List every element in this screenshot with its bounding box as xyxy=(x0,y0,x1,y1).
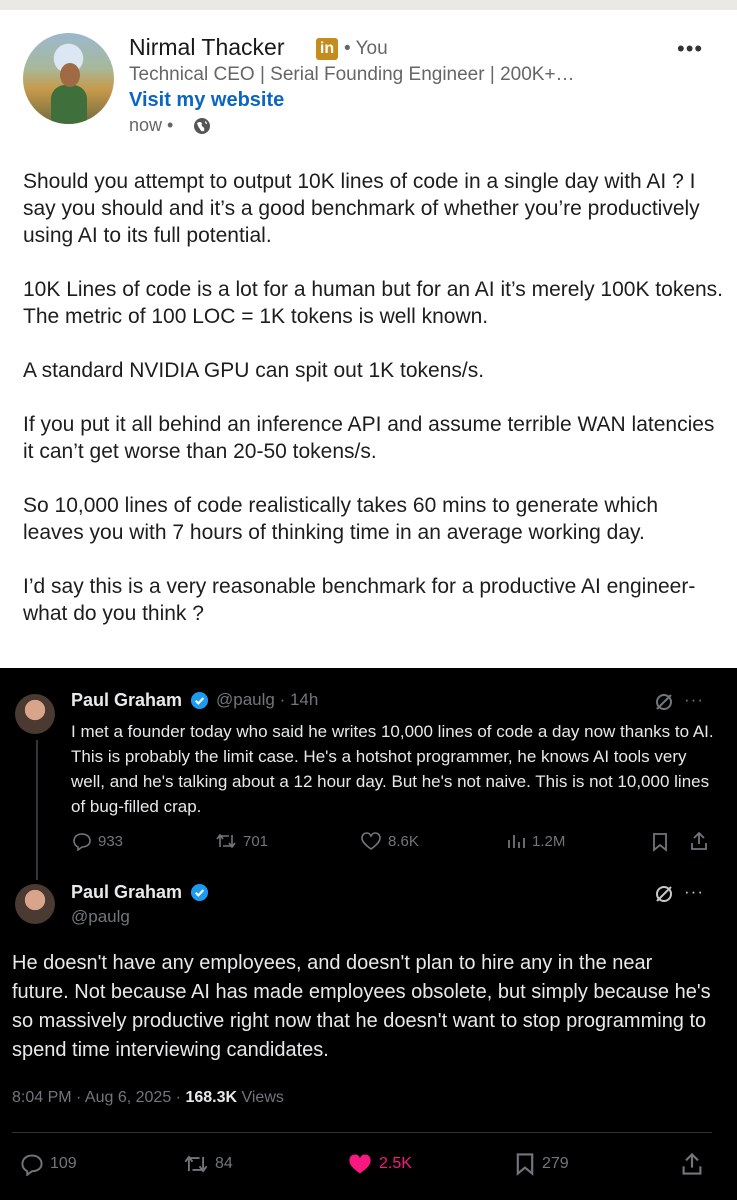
tweet-author-name[interactable]: Paul Graham xyxy=(71,690,182,711)
reply-icon xyxy=(21,1154,43,1176)
views-count: 1.2M xyxy=(532,832,566,850)
views-label: Views xyxy=(237,1089,284,1106)
repost-count: 701 xyxy=(243,832,269,850)
post-paragraph: I’d say this is a very reasonable benchm… xyxy=(23,575,696,625)
views-icon xyxy=(508,835,525,848)
heart-icon xyxy=(361,832,381,850)
repost-icon xyxy=(216,833,236,849)
grok-icon[interactable] xyxy=(654,692,674,712)
verified-badge-icon xyxy=(190,883,209,902)
tweet-author-name[interactable]: Paul Graham xyxy=(71,882,182,903)
repost-count: 84 xyxy=(215,1155,233,1172)
tweet-text: I met a founder today who said he writes… xyxy=(71,722,714,816)
post-time: now • xyxy=(129,115,174,135)
post-paragraph: Should you attempt to output 10K lines o… xyxy=(23,170,700,247)
bookmark-count: 279 xyxy=(542,1155,569,1172)
globe-icon xyxy=(194,118,210,134)
bookmark-button[interactable]: 279 xyxy=(514,1152,569,1176)
linkedin-premium-icon: in xyxy=(316,38,338,60)
tweet-screenshot: Paul Graham @paulg · 14h ··· I met a fou… xyxy=(0,668,737,1200)
reply-button[interactable]: 109 xyxy=(20,1152,77,1176)
more-options-button[interactable]: ••• xyxy=(677,36,703,62)
reply-button[interactable]: 933 xyxy=(72,831,123,851)
thread-line xyxy=(36,740,38,880)
like-button[interactable]: 2.5K xyxy=(347,1152,412,1176)
visit-website-link[interactable]: Visit my website xyxy=(129,89,284,112)
post-body: Should you attempt to output 10K lines o… xyxy=(23,168,723,654)
heart-filled-icon xyxy=(349,1154,371,1174)
repost-button[interactable]: 701 xyxy=(215,831,268,851)
share-icon[interactable] xyxy=(680,1152,704,1176)
divider xyxy=(12,1132,712,1133)
reply-icon xyxy=(73,833,91,851)
post-paragraph: If you put it all behind an inference AP… xyxy=(23,413,715,463)
tweet-more-button[interactable]: ··· xyxy=(684,690,704,710)
tweet-meta: 8:04 PM · Aug 6, 2025 · 168.3K Views xyxy=(12,1089,284,1107)
views-button[interactable]: 1.2M xyxy=(506,831,565,851)
tweet-avatar[interactable] xyxy=(15,884,55,924)
tweet-more-button[interactable]: ··· xyxy=(684,882,704,902)
author-avatar[interactable] xyxy=(23,33,114,124)
tweet-handle-time: @paulg · 14h xyxy=(216,690,319,709)
bookmark-icon[interactable] xyxy=(651,832,669,852)
share-icon[interactable] xyxy=(689,831,709,851)
like-count: 8.6K xyxy=(388,832,419,850)
tweet-text: He doesn't have any employees, and doesn… xyxy=(12,952,711,1061)
tweet-handle: @paulg xyxy=(71,907,130,926)
you-label: • You xyxy=(344,38,388,59)
tweet-timestamp: 8:04 PM · Aug 6, 2025 · xyxy=(12,1089,186,1106)
post-paragraph: A standard NVIDIA GPU can spit out 1K to… xyxy=(23,359,485,382)
top-bar xyxy=(0,0,737,10)
verified-badge-icon xyxy=(190,691,209,710)
bookmark-icon xyxy=(516,1153,534,1176)
reply-count: 109 xyxy=(50,1155,77,1172)
author-headline: Technical CEO | Serial Founding Engineer… xyxy=(129,64,575,85)
reply-count: 933 xyxy=(98,832,124,850)
like-button[interactable]: 8.6K xyxy=(360,831,419,851)
like-count: 2.5K xyxy=(379,1155,412,1172)
post-paragraph: 10K Lines of code is a lot for a human b… xyxy=(23,278,724,328)
grok-icon[interactable] xyxy=(654,884,674,904)
repost-button[interactable]: 84 xyxy=(183,1152,233,1176)
tweet-views-count: 168.3K xyxy=(185,1089,238,1106)
repost-icon xyxy=(184,1155,208,1173)
tweet-avatar[interactable] xyxy=(15,694,55,734)
author-name[interactable]: Nirmal Thacker xyxy=(129,34,285,61)
post-paragraph: So 10,000 lines of code realistically ta… xyxy=(23,494,659,544)
